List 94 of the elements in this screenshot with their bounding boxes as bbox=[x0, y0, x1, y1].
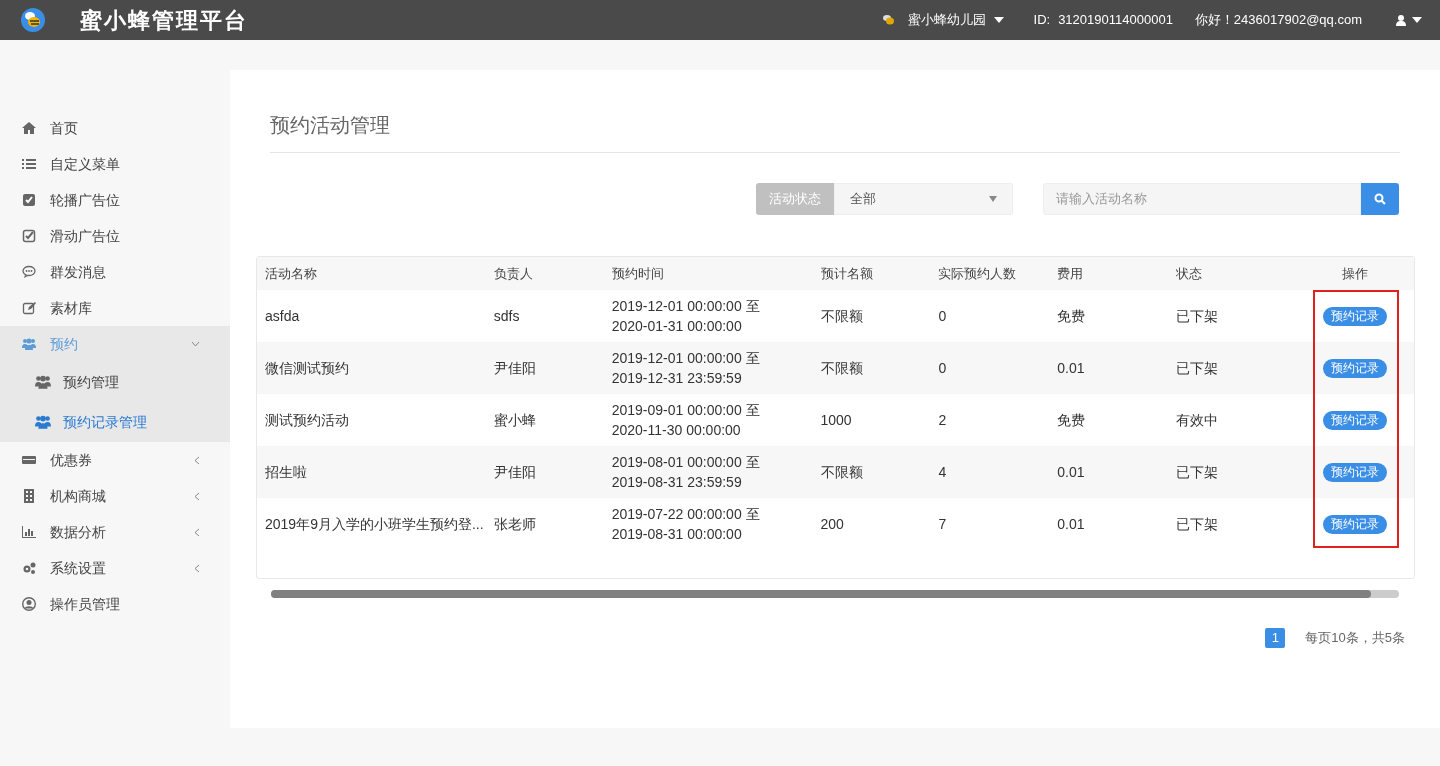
chevron-left-icon bbox=[194, 527, 200, 537]
page-title: 预约活动管理 bbox=[270, 110, 1400, 153]
building-icon bbox=[22, 489, 36, 503]
table-cell-text: 免费 bbox=[1057, 410, 1087, 430]
sidebar-item[interactable]: 优惠券 bbox=[0, 442, 230, 478]
table-cell-text: 不限额 bbox=[820, 306, 864, 326]
table-cell-text: 0 bbox=[938, 358, 948, 378]
status-dropdown[interactable]: 全部 bbox=[834, 183, 1013, 215]
filter-label: 活动状态 bbox=[756, 183, 834, 215]
bar-chart-icon bbox=[22, 525, 36, 539]
bee-icon bbox=[881, 14, 896, 26]
table-cell-text: 0.01 bbox=[1057, 514, 1086, 534]
checkbox-icon bbox=[22, 229, 36, 243]
sidebar-item[interactable]: 系统设置 bbox=[0, 550, 230, 586]
table-cell-text: 有效中 bbox=[1176, 410, 1220, 430]
sidebar-item[interactable]: 首页 bbox=[0, 110, 230, 146]
checkbox-icon bbox=[22, 193, 36, 207]
table-cell-text: 0 bbox=[938, 306, 948, 326]
table-cell-text: 尹佳阳 bbox=[493, 358, 537, 378]
org-dropdown[interactable]: 蜜小蜂幼儿园 bbox=[907, 10, 1004, 30]
table-cell-text: 2019-07-22 00:00:00 至 2019-08-31 00:00:00 bbox=[611, 505, 761, 544]
sidebar-item[interactable]: 数据分析 bbox=[0, 514, 230, 550]
pagination-summary: 每页10条，共5条 bbox=[1305, 629, 1405, 648]
table-cell-text: 7 bbox=[938, 514, 948, 534]
bee-logo-icon bbox=[20, 7, 46, 33]
id-value: 3120190114000001 bbox=[1058, 11, 1173, 30]
sidebar-item[interactable]: 素材库 bbox=[0, 290, 230, 326]
table-cell-text: 0.01 bbox=[1057, 358, 1086, 378]
table-cell-text: 2 bbox=[938, 410, 948, 430]
column-header: 费用 bbox=[1057, 264, 1085, 283]
sidebar-item[interactable]: 滑动广告位 bbox=[0, 218, 230, 254]
table-cell-text: 2019年9月入学的小班学生预约登... bbox=[264, 514, 485, 534]
card-icon bbox=[22, 453, 36, 467]
table-cell-text: asfda bbox=[264, 306, 301, 326]
chevron-left-icon bbox=[194, 455, 200, 465]
column-header: 负责人 bbox=[493, 264, 534, 283]
column-header: 预计名额 bbox=[820, 264, 874, 283]
table-cell-text: sdfs bbox=[493, 306, 521, 326]
table-cell-text: 微信测试预约 bbox=[264, 358, 350, 378]
table-cell-text: 测试预约活动 bbox=[264, 410, 350, 430]
users-icon bbox=[35, 374, 51, 390]
id-label: ID: bbox=[1033, 11, 1051, 30]
sidebar-subitem[interactable]: 预约管理 bbox=[0, 362, 230, 402]
user-menu[interactable] bbox=[1396, 14, 1422, 26]
column-header: 实际预约人数 bbox=[938, 264, 1018, 283]
table-cell-text: 200 bbox=[820, 514, 845, 534]
table-cell-text: 已下架 bbox=[1176, 514, 1220, 534]
users-icon bbox=[22, 337, 36, 351]
list-icon bbox=[22, 157, 36, 171]
sidebar-item[interactable]: 轮播广告位 bbox=[0, 182, 230, 218]
caret-icon bbox=[993, 17, 1004, 23]
table-cell-text: 已下架 bbox=[1176, 358, 1220, 378]
caret-icon bbox=[1412, 17, 1422, 23]
chevron-left-icon bbox=[194, 563, 200, 573]
table-cell-text: 尹佳阳 bbox=[493, 462, 537, 482]
table-cell-text: 2019-12-01 00:00:00 至 2020-01-31 00:00:00 bbox=[611, 297, 761, 336]
table-cell-text: 张老师 bbox=[493, 514, 537, 534]
column-header: 操作 bbox=[1341, 264, 1369, 283]
app-title: 蜜小蜂管理平台 bbox=[80, 6, 248, 35]
edit-icon bbox=[22, 301, 36, 315]
table-cell-text: 不限额 bbox=[820, 358, 864, 378]
user-icon bbox=[1396, 14, 1406, 26]
table-cell-text: 4 bbox=[938, 462, 948, 482]
chat-bubble-icon bbox=[22, 265, 36, 279]
caret-icon bbox=[989, 196, 997, 202]
column-header: 预约时间 bbox=[611, 264, 665, 283]
users-icon bbox=[35, 414, 51, 430]
greeting-text: 你好！2436017902@qq.com bbox=[1194, 11, 1362, 30]
sidebar-item[interactable]: 机构商城 bbox=[0, 478, 230, 514]
table-cell-text: 招生啦 bbox=[264, 462, 308, 482]
user-circle-icon bbox=[22, 597, 36, 611]
sidebar-item[interactable]: 自定义菜单 bbox=[0, 146, 230, 182]
search-icon bbox=[1374, 193, 1386, 205]
column-header: 活动名称 bbox=[264, 264, 318, 283]
table-cell-text: 2019-12-01 00:00:00 至 2019-12-31 23:59:59 bbox=[611, 349, 761, 388]
search-button[interactable] bbox=[1361, 183, 1399, 215]
sidebar-item[interactable]: 群发消息 bbox=[0, 254, 230, 290]
table-cell-text: 蜜小蜂 bbox=[493, 410, 537, 430]
table-cell-text: 1000 bbox=[820, 410, 853, 430]
search-field[interactable]: 请输入活动名称 bbox=[1043, 183, 1361, 215]
table-cell-text: 2019-08-01 00:00:00 至 2019-08-31 23:59:59 bbox=[611, 453, 761, 492]
table-cell-text: 不限额 bbox=[820, 462, 864, 482]
chevron-down-icon bbox=[191, 341, 200, 347]
sidebar-subitem[interactable]: 预约记录管理 bbox=[0, 402, 230, 442]
chevron-left-icon bbox=[194, 491, 200, 501]
table-cell-text: 0.01 bbox=[1057, 462, 1086, 482]
table-cell-text: 已下架 bbox=[1176, 306, 1220, 326]
home-icon bbox=[22, 121, 36, 135]
settings-icon bbox=[22, 561, 36, 575]
table-cell-text: 2019-09-01 00:00:00 至 2020-11-30 00:00:00 bbox=[611, 401, 761, 440]
column-header: 状态 bbox=[1176, 264, 1204, 283]
table-cell-text: 已下架 bbox=[1176, 462, 1220, 482]
sidebar-item[interactable]: 操作员管理 bbox=[0, 586, 230, 622]
table-cell-text: 免费 bbox=[1057, 306, 1087, 326]
